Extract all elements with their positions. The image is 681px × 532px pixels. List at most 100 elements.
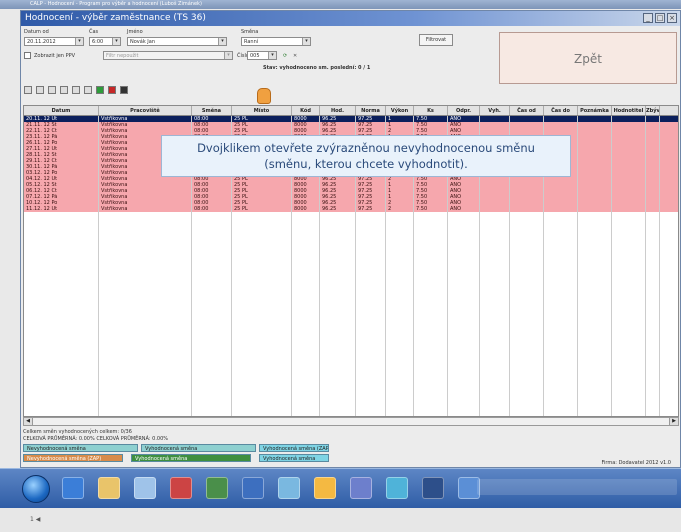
chevron-down-icon: ▾ [224,52,232,59]
column-header[interactable]: Hodnotitel [612,106,646,115]
print-icon[interactable] [24,86,32,94]
back-button[interactable]: Zpět [499,32,677,84]
table-cell: 96.25 [320,206,356,212]
table-header: Datum Pracoviště Směna Místo Kód Hod. Norma Výk… [24,106,678,116]
chevron-down-icon[interactable]: ▾ [302,38,310,45]
instruction-tooltip: Dvojklikem otevřete zvýrazněnou nevyhodn… [161,135,571,177]
table-cell: 08:00 [192,206,232,212]
scroll-left-icon[interactable]: ◀ [24,418,33,425]
chevron-down-icon[interactable]: ▾ [112,38,120,45]
number-field[interactable]: 005 ▾ [247,51,277,60]
table-row[interactable]: 11.12. 12 Út Vstřikovna 08:00 25 PL 8000 96.2… [24,206,678,212]
scroll-right-icon[interactable]: ▶ [669,418,678,425]
sort-icon[interactable] [60,86,68,94]
skype-icon[interactable] [386,477,408,499]
tooltip-line-2: (směnu, kterou chcete vyhodnotit). [264,157,468,171]
column-header[interactable]: Vyh. [480,106,510,115]
excel-icon[interactable] [206,477,228,499]
filter-icon[interactable] [72,86,80,94]
shifts-only-checkbox[interactable] [24,52,31,59]
summary-line-1: Celkem směn vyhodnocených celkem: 0/36 [23,429,132,435]
explorer-icon[interactable] [98,477,120,499]
start-button[interactable] [22,475,50,503]
shift-label: Směna [241,29,259,35]
shifts-only-label: Zobrazit jen PPV [34,53,76,59]
table-cell: 8000 [292,206,320,212]
time-value: 6:00 [92,39,104,45]
lock-icon[interactable] [120,86,128,94]
app-icon[interactable] [422,477,444,499]
legend-rated: Vyhodnocená směna [141,444,256,452]
column-header[interactable]: Norma [356,106,386,115]
date-from-field[interactable]: 20.11.2012 ▾ [24,37,84,46]
legend-rated-zap: Vyhodnocená směna [131,454,251,462]
name-field[interactable]: Novák Jan ▾ [127,37,227,46]
table-cell [612,206,646,212]
legend-rated-cyan-2: Vyhodnocená směna [259,454,329,462]
table-cell: 2 [386,206,414,212]
time-label: Čas [89,29,99,35]
table-cell: 7.50 [414,206,448,212]
disabled-filter-value: Filtr nepoužit [106,53,139,59]
desktop-screen: CALP - Hodnocení - Program pro výběr a h… [0,0,681,532]
list-icon[interactable] [36,86,44,94]
chrome-icon[interactable] [314,477,336,499]
filter-panel: Datum od 20.11.2012 ▾ Čas 6:00 ▾ Jméno N… [21,26,680,106]
table-cell: 11.12. 12 Út [24,206,99,212]
ie-icon[interactable] [62,477,84,499]
column-header[interactable]: Pracoviště [99,106,192,115]
time-field[interactable]: 6:00 ▾ [89,37,121,46]
table-cell [510,206,544,212]
status-text: Stav: vyhodnoceno sm. poslední: 0 / 1 [263,65,371,71]
column-header[interactable]: Datum [24,106,99,115]
column-header[interactable]: Zbývá [646,106,660,115]
column-header[interactable]: Čas do [544,106,578,115]
date-from-value: 20.11.2012 [27,39,56,45]
refresh-icon[interactable]: ⟳ [283,53,287,59]
column-header[interactable]: Hod. [320,106,356,115]
close-button[interactable]: × [667,13,677,23]
number-value: 005 [250,53,260,59]
table-cell [646,206,660,212]
horizontal-scrollbar[interactable]: ◀ ▶ [23,417,679,426]
delete-icon[interactable] [108,86,116,94]
maximize-button[interactable]: □ [655,13,665,23]
toolbar-icons [24,86,128,94]
shift-field[interactable]: Ranní ▾ [241,37,311,46]
media-icon[interactable] [134,477,156,499]
column-header[interactable]: Kód [292,106,320,115]
column-header[interactable]: Poznámka [578,106,612,115]
legend-unrated-zap: Nevyhodnocená směna (ZAP) [23,454,123,462]
filter-button[interactable]: Filtrovat [419,34,453,46]
save-icon[interactable] [350,477,372,499]
legend-unrated: Nevyhodnocená směna [23,444,138,452]
word-icon[interactable] [242,477,264,499]
tooltip-line-1: Dvojklikem otevřete zvýrazněnou nevyhodn… [197,141,535,155]
system-tray[interactable] [477,479,677,495]
close-filter-icon[interactable]: ✕ [293,53,297,59]
table-cell [544,206,578,212]
column-header[interactable]: Odpr. [448,106,480,115]
pdf-icon[interactable] [170,477,192,499]
table-cell [480,206,510,212]
columns-icon[interactable] [84,86,92,94]
bottom-text: 1 ◀ [30,516,41,523]
footer-firm-text: Firma: Dodavatel 2012 v1.0 [601,460,672,466]
chevron-down-icon[interactable]: ▾ [268,52,276,59]
minimize-button[interactable]: _ [643,13,653,23]
chart-icon[interactable] [48,86,56,94]
column-header[interactable]: Výkon [386,106,414,115]
column-header[interactable]: Čas od [510,106,544,115]
name-label: Jméno [127,29,143,35]
export-excel-icon[interactable] [96,86,104,94]
legend-rated-cyan: Vyhodnocená směna (ZAP) [259,444,329,452]
column-header[interactable]: Směna [192,106,232,115]
column-header[interactable]: Místo [232,106,292,115]
name-value: Novák Jan [130,39,156,45]
chevron-down-icon[interactable]: ▾ [75,38,83,45]
table-cell: ANO [448,206,480,212]
table-cell: 25 PL [232,206,292,212]
chevron-down-icon[interactable]: ▾ [218,38,226,45]
settings-icon[interactable] [278,477,300,499]
column-header[interactable]: Ks [414,106,448,115]
